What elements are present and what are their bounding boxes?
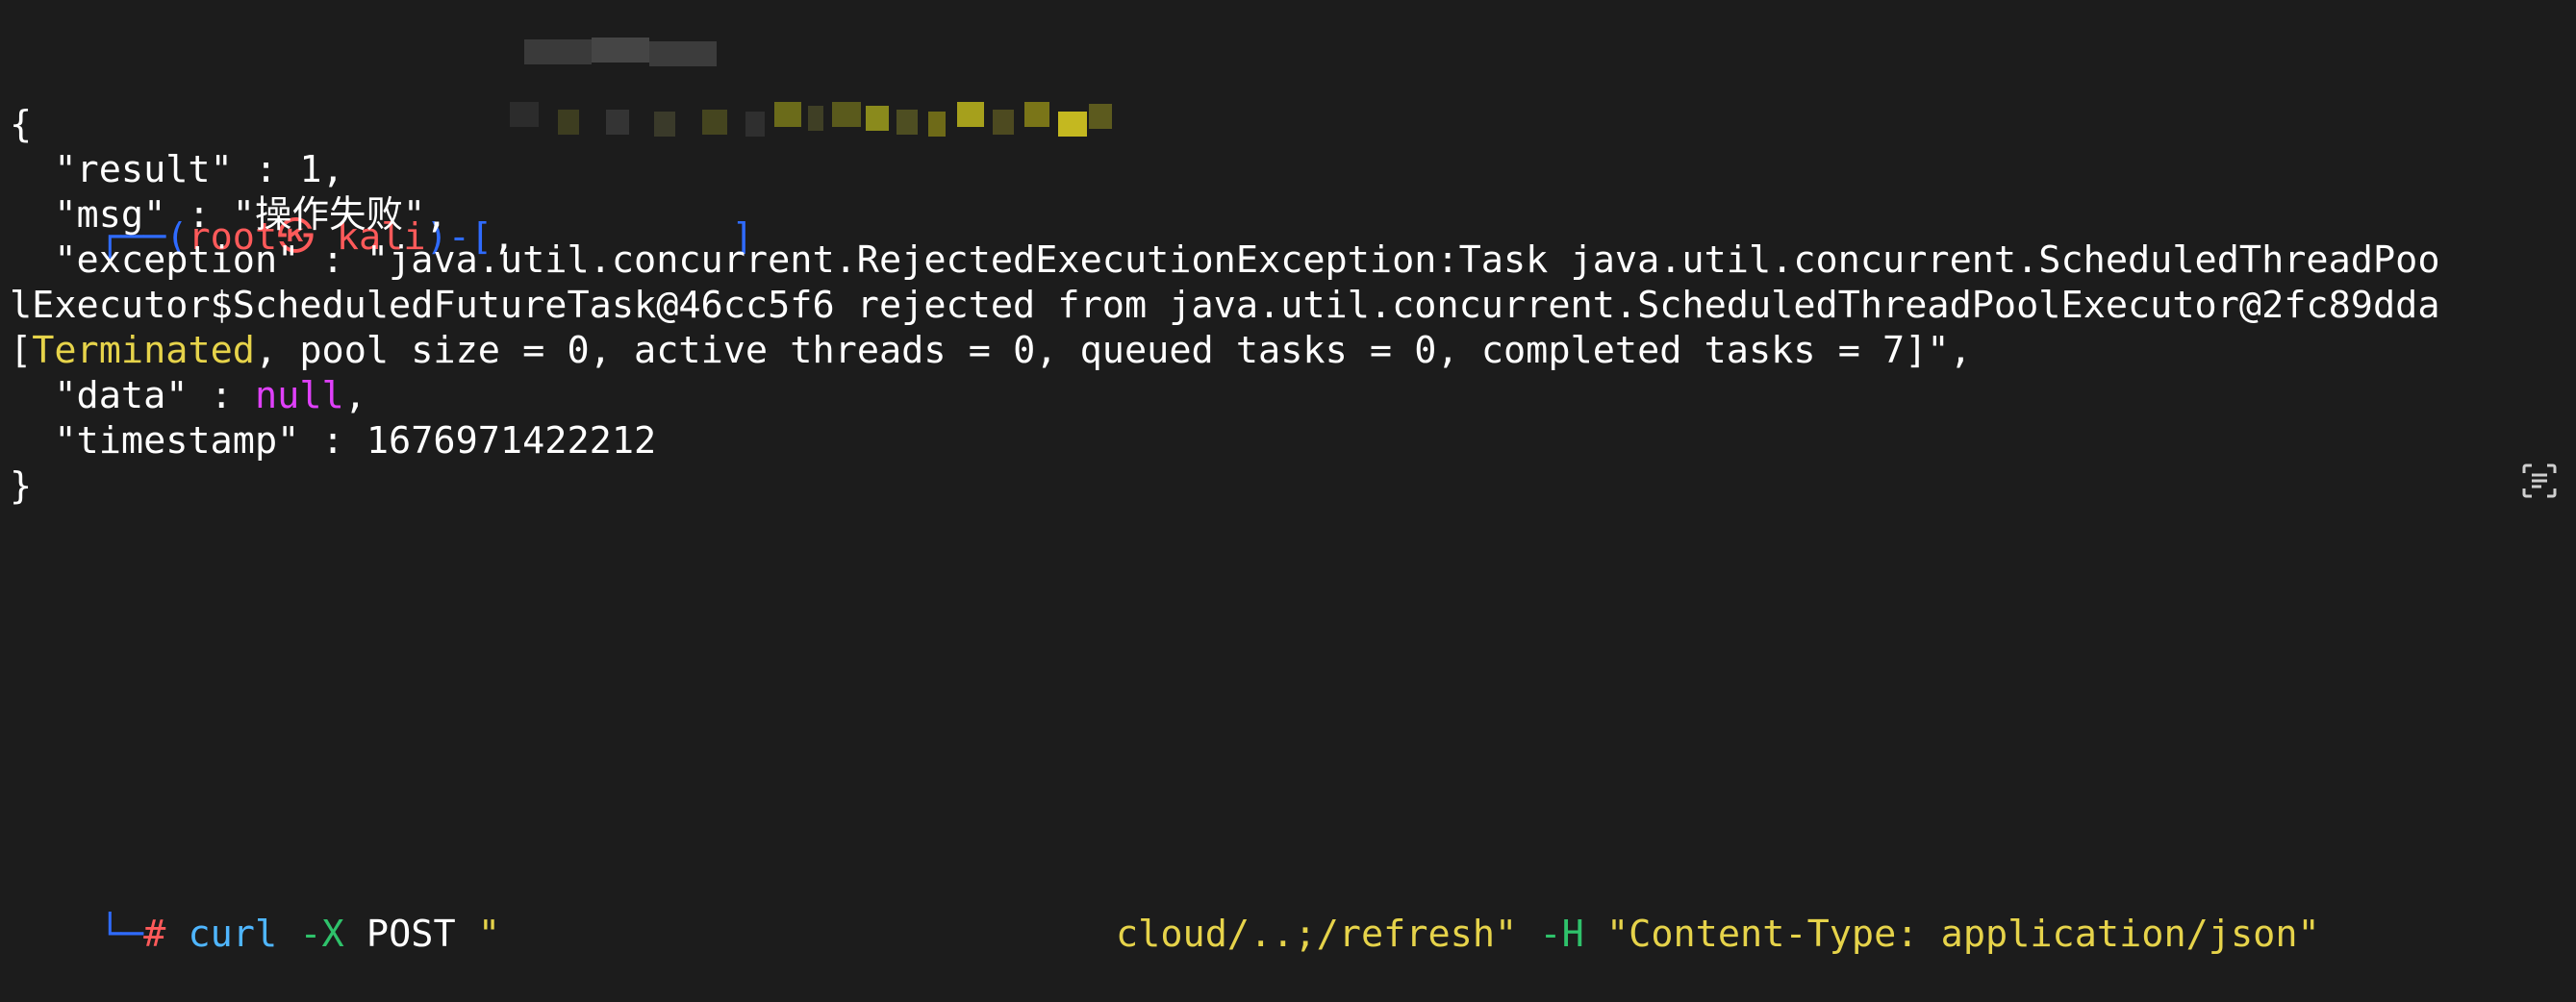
json-exception-line-3: [Terminated, pool size = 0, active threa… <box>10 328 1972 373</box>
redacted-url <box>500 102 1116 137</box>
screen-text-scan-icon[interactable] <box>2520 462 2559 500</box>
prompt-box-bottom: └─ <box>98 913 144 956</box>
json-timestamp-line: "timestamp" : 1676971422212 <box>10 419 657 463</box>
command-program: curl <box>188 913 278 956</box>
command-method: POST <box>366 913 456 956</box>
command-header-value: "Content-Type: application/json" <box>1605 913 2320 956</box>
data-null-value: null <box>254 374 344 417</box>
data-key: "data" : <box>10 374 255 417</box>
exception-bracket: [ <box>10 329 33 372</box>
json-data-line: "data" : null, <box>10 373 366 418</box>
command-url-quote: " <box>477 913 500 956</box>
exception-terminated: Terminated <box>32 329 255 372</box>
data-comma: , <box>343 374 366 417</box>
json-exception-line-2: lExecutor$ScheduledFutureTask@46cc5f6 re… <box>10 284 2440 327</box>
command-line: └─# curl -X POST " cloud/..;/refresh" -H… <box>10 57 2320 956</box>
command-flag-x: -X <box>299 913 344 956</box>
json-close-brace: } <box>10 464 33 508</box>
terminal-output[interactable]: ┌──(root㉿ kali)-[, ] └─# curl -X POST " <box>10 0 2576 956</box>
command-flag-h: -H <box>1539 913 1584 956</box>
prompt-header-line: ┌──(root㉿ kali)-[, ] <box>10 0 754 259</box>
json-open-brace: { <box>10 103 33 146</box>
prompt-hash: # <box>143 913 166 956</box>
json-msg-line: "msg" : "操作失败", <box>10 193 448 237</box>
command-url-tail: cloud/..;/refresh" <box>1116 913 1518 956</box>
json-exception-line-1: "exception" : "java.util.concurrent.Reje… <box>10 238 2440 282</box>
exception-pool-stats: , pool size = 0, active threads = 0, que… <box>254 329 1972 372</box>
json-result-line: "result" : 1, <box>10 148 344 191</box>
